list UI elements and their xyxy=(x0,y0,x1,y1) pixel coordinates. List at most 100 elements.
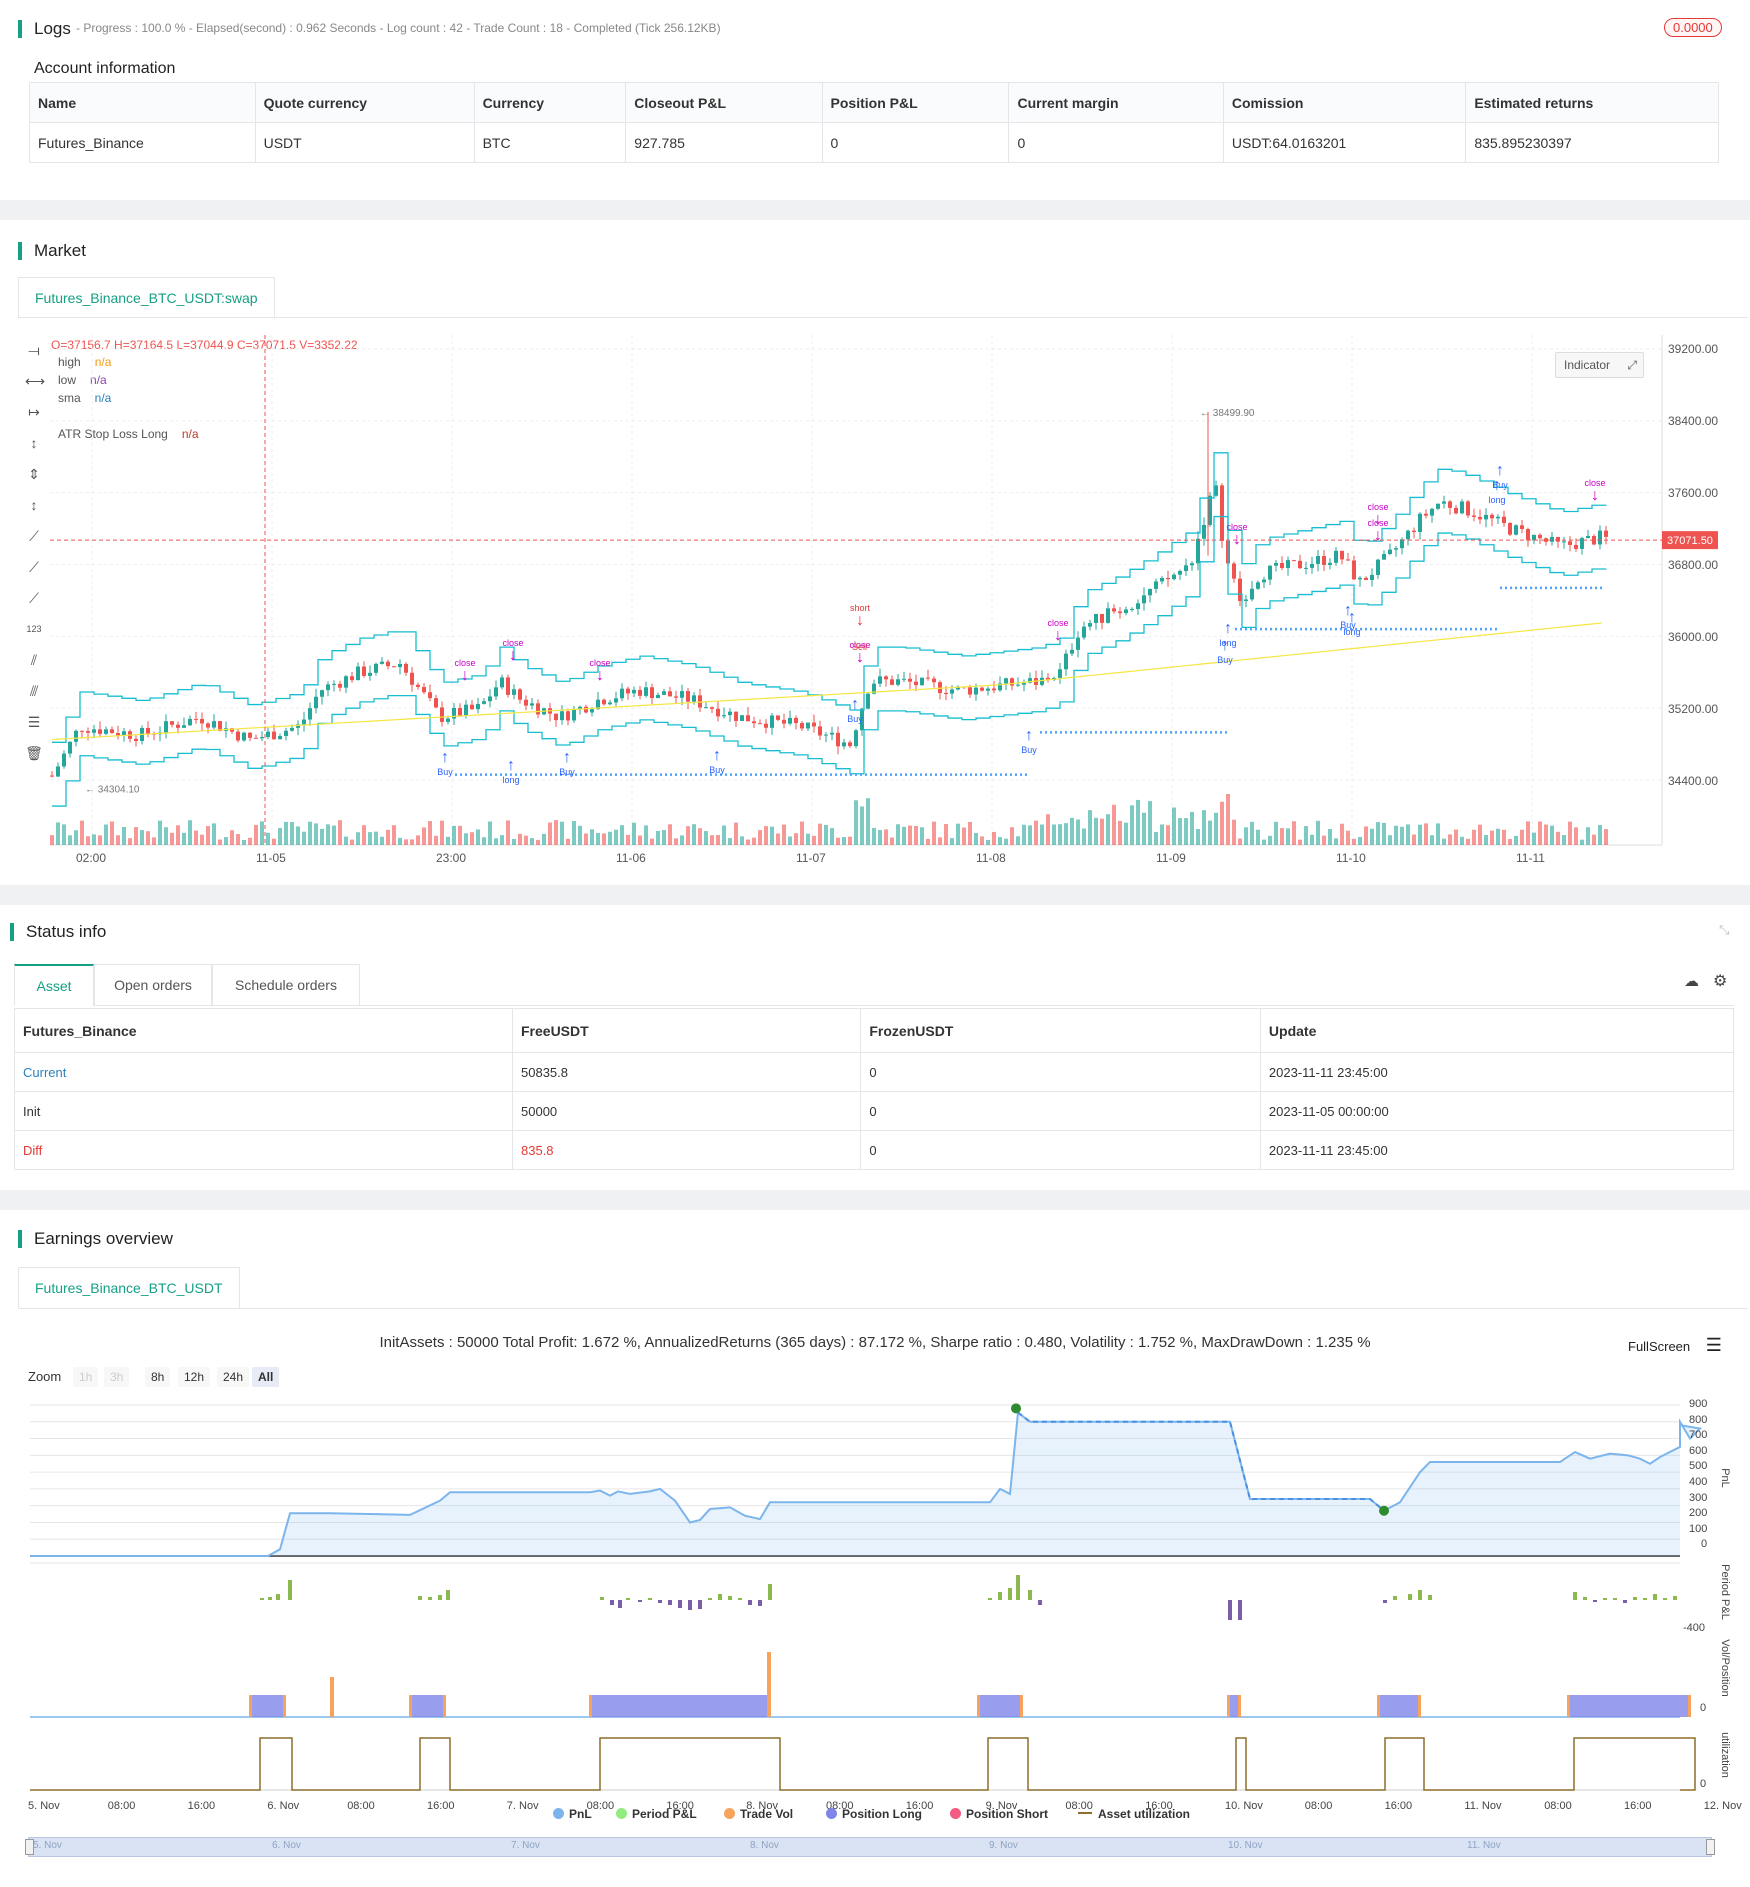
volume-bar xyxy=(1070,817,1074,845)
candle-body xyxy=(188,718,192,726)
volume-bar xyxy=(362,825,366,845)
candle-body xyxy=(674,696,678,698)
candle-body xyxy=(410,672,414,685)
fullscreen-button[interactable]: FullScreen ☰ xyxy=(1628,1335,1722,1356)
tab-earnings-symbol[interactable]: Futures_Binance_BTC_USDT xyxy=(18,1267,240,1308)
earnings-legend-label: Period P&L xyxy=(632,1807,697,1821)
candle-body xyxy=(1178,570,1182,575)
hamburger-menu-icon[interactable]: ☰ xyxy=(1706,1335,1722,1355)
collapse-icon[interactable]: ⤡ xyxy=(1719,922,1729,938)
earnings-legend-item[interactable]: Asset utilization xyxy=(1078,1807,1190,1821)
candle-body xyxy=(1598,530,1602,545)
period-pnl-bar xyxy=(276,1594,280,1600)
volume-bar xyxy=(1022,824,1026,845)
candle-body xyxy=(1016,684,1020,686)
time-axis-tick: 11-05 xyxy=(256,851,286,865)
price-axis-tick: 37600.00 xyxy=(1668,486,1719,500)
buy-arrow: ↑ xyxy=(507,757,515,774)
candle-body xyxy=(1124,609,1128,614)
earnings-legend-item[interactable]: PnL xyxy=(553,1807,592,1821)
zoom-24h-button[interactable]: 24h xyxy=(217,1367,250,1387)
volume-bar xyxy=(236,834,240,845)
period-pnl-bar xyxy=(638,1600,642,1602)
account-header-cell: Position P&L xyxy=(821,82,1010,123)
zoom-1h-button[interactable]: 1h xyxy=(73,1367,99,1387)
tab-asset[interactable]: Asset xyxy=(14,964,94,1006)
volume-bar xyxy=(1076,819,1080,845)
candle-body xyxy=(932,678,936,683)
market-chart[interactable]: ← 38499.90← 34304.10↑Buy ↑long↑Buy↑Buy↑Bu… xyxy=(0,300,1750,880)
zoom-3h-button[interactable]: 3h xyxy=(104,1367,130,1387)
earnings-legend-item[interactable]: Position Short xyxy=(950,1807,1048,1821)
account-cell: Futures_Binance xyxy=(29,122,256,163)
earnings-time-tick: 6. Nov xyxy=(267,1800,300,1812)
volume-bar xyxy=(1394,825,1398,845)
volume-bar xyxy=(1304,826,1308,845)
settings-gear-icon[interactable]: ⚙ xyxy=(1713,971,1727,991)
candle-body xyxy=(632,689,636,694)
candle-body xyxy=(176,724,180,728)
candle-body xyxy=(1250,588,1254,600)
candle-body xyxy=(776,715,780,720)
volume-bar xyxy=(386,829,390,845)
candle-body xyxy=(884,676,888,680)
candle-body xyxy=(1400,539,1404,549)
earnings-legend-item[interactable]: Position Long xyxy=(826,1807,922,1821)
volume-bar xyxy=(950,838,954,845)
volume-bar xyxy=(1436,823,1440,845)
candle-body xyxy=(914,681,918,686)
asset-cell[interactable]: Current xyxy=(14,1052,513,1092)
close-arrow: ↓ xyxy=(1374,527,1382,544)
tab-schedule-orders[interactable]: Schedule orders xyxy=(212,964,360,1005)
logs-badge[interactable]: 0.0000 xyxy=(1664,18,1722,37)
account-header-cell: Currency xyxy=(473,82,627,123)
volume-bar xyxy=(464,833,468,845)
zoom-8h-button[interactable]: 8h xyxy=(145,1367,171,1387)
candle-body xyxy=(1442,501,1446,504)
channel-upper-line xyxy=(52,452,1607,743)
period-pnl-bar xyxy=(428,1597,432,1600)
earnings-legend-item[interactable]: Period P&L xyxy=(616,1807,697,1821)
candle-body xyxy=(1574,544,1578,549)
earnings-chart[interactable]: PnL Period P&L Vol/Position utilization xyxy=(0,1395,1750,1865)
tab-open-orders[interactable]: Open orders xyxy=(94,964,212,1005)
volume-bar xyxy=(590,829,594,845)
candle-body xyxy=(1202,524,1206,539)
candle-body xyxy=(164,721,168,733)
candle-body xyxy=(1244,599,1248,601)
pane-axis-title: PnL xyxy=(1719,1468,1731,1488)
volume-bar xyxy=(122,826,126,845)
period-pnl-bar xyxy=(758,1600,762,1606)
period-pnl-bar xyxy=(678,1600,682,1608)
asset-table: Futures_Binance FreeUSDT FrozenUSDT Update C… xyxy=(14,1008,1735,1170)
buy-label: Buy xyxy=(709,765,725,775)
close-arrow: ↓ xyxy=(461,667,469,684)
volume-bar xyxy=(938,837,942,845)
ppl-axis-tick: -400 xyxy=(1683,1622,1706,1634)
download-icon[interactable]: ☁ xyxy=(1684,972,1699,990)
time-navigator[interactable]: 5. Nov 6. Nov 7. Nov 8. Nov 9. Nov 10. Nov 11.… xyxy=(25,1837,1715,1857)
account-header-cell: Comission xyxy=(1222,82,1467,123)
zoom-12h-button[interactable]: 12h xyxy=(178,1367,211,1387)
volume-bar xyxy=(830,828,834,845)
candle-body xyxy=(620,688,624,699)
pnl-axis-tick: 200 xyxy=(1689,1507,1708,1520)
volume-bar xyxy=(1166,825,1170,845)
period-pnl-bar xyxy=(418,1596,422,1600)
zoom-All-button[interactable]: All xyxy=(252,1367,280,1387)
trade-vol-bar xyxy=(409,1695,412,1717)
volume-bar xyxy=(878,829,882,845)
candle-body xyxy=(1184,565,1188,571)
volume-bar xyxy=(1376,822,1380,845)
volume-bar xyxy=(746,839,750,845)
candle-body xyxy=(1154,581,1158,589)
pnl-axis-tick: 400 xyxy=(1689,1476,1708,1488)
time-axis-tick: 11-10 xyxy=(1336,851,1366,865)
candle-body xyxy=(626,688,630,694)
buy-label: Buy xyxy=(847,714,863,724)
navigator-right-handle[interactable] xyxy=(1706,1839,1715,1855)
candle-body xyxy=(608,702,612,705)
volume-bar xyxy=(914,825,918,845)
volume-bar xyxy=(926,838,930,845)
earnings-legend-item[interactable]: Trade Vol xyxy=(724,1807,793,1821)
